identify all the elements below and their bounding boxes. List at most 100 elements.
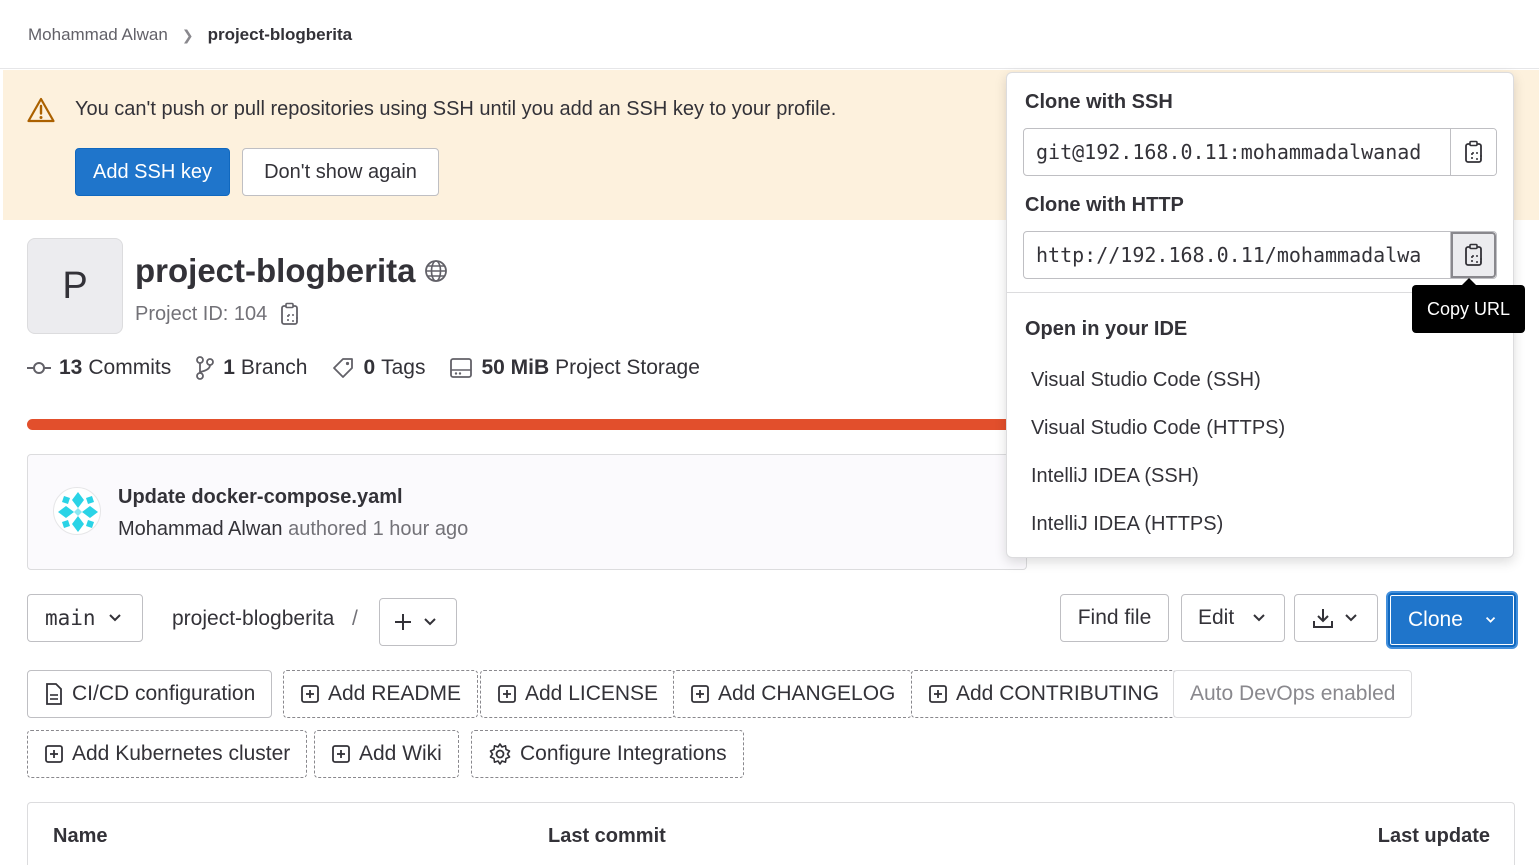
column-header-name: Name xyxy=(53,825,108,847)
storage-label: Project Storage xyxy=(555,356,700,379)
download-icon xyxy=(1313,609,1333,628)
tags-stat[interactable]: 0 Tags xyxy=(331,356,425,380)
path-separator: / xyxy=(352,607,358,630)
plus-square-icon xyxy=(498,685,516,703)
project-title: project-blogberita xyxy=(135,252,416,289)
copy-to-clipboard-icon xyxy=(1464,243,1482,266)
edit-dropdown[interactable]: Edit xyxy=(1181,594,1285,642)
plus-square-icon xyxy=(301,685,319,703)
download-dropdown[interactable] xyxy=(1294,594,1378,642)
plus-square-icon xyxy=(929,685,947,703)
tags-label: Tags xyxy=(381,356,426,379)
banner-message: You can't push or pull repositories usin… xyxy=(75,98,837,120)
cicd-configuration-button[interactable]: CI/CD configuration xyxy=(27,670,273,718)
add-readme-label: Add README xyxy=(328,682,462,705)
add-license-label: Add LICENSE xyxy=(525,682,659,705)
commit-author-link[interactable]: Mohammad Alwan xyxy=(118,518,283,540)
copy-ssh-url-button[interactable] xyxy=(1450,129,1496,175)
branch-icon xyxy=(196,356,215,380)
add-kubernetes-label: Add Kubernetes cluster xyxy=(72,742,291,765)
add-file-dropdown[interactable] xyxy=(379,598,457,646)
tag-icon xyxy=(333,358,354,378)
plus-square-icon xyxy=(45,745,63,763)
commits-label: Commits xyxy=(88,356,172,379)
plus-square-icon xyxy=(332,745,350,763)
hard-drive-icon xyxy=(450,358,473,378)
find-file-label: Find file xyxy=(1077,606,1152,629)
plus-square-icon xyxy=(691,685,709,703)
clone-ssh-label: Clone with SSH xyxy=(1025,91,1173,113)
commit-time: authored 1 hour ago xyxy=(288,518,469,540)
plus-icon xyxy=(395,614,411,630)
add-changelog-button[interactable]: Add CHANGELOG xyxy=(673,670,913,718)
ide-item-vscode-ssh[interactable]: Visual Studio Code (SSH) xyxy=(1031,369,1261,392)
globe-icon xyxy=(424,260,447,282)
configure-integrations-button[interactable]: Configure Integrations xyxy=(471,730,744,778)
project-id-row: Project ID: 104 xyxy=(135,302,301,326)
branch-stat[interactable]: 1 Branch xyxy=(195,356,307,380)
clone-label: Clone xyxy=(1408,608,1463,631)
branch-selector-label: main xyxy=(45,606,96,630)
warning-icon xyxy=(27,97,55,123)
dont-show-again-button[interactable]: Don't show again xyxy=(242,148,439,196)
clone-ssh-url-input[interactable]: git@192.168.0.11:mohammadalwanad xyxy=(1024,129,1450,175)
configure-integrations-label: Configure Integrations xyxy=(520,742,727,765)
repo-path-link[interactable]: project-blogberita xyxy=(172,607,334,631)
cicd-configuration-label: CI/CD configuration xyxy=(72,682,256,705)
copy-project-id-icon[interactable] xyxy=(279,302,301,326)
clone-http-field: http://192.168.0.11/mohammadalwa xyxy=(1023,231,1497,279)
storage-stat[interactable]: 50 MiB Project Storage xyxy=(449,356,700,380)
add-contributing-button[interactable]: Add CONTRIBUTING xyxy=(911,670,1177,718)
add-license-button[interactable]: Add LICENSE xyxy=(480,670,676,718)
column-header-last-commit: Last commit xyxy=(548,825,666,847)
storage-size: 50 MiB xyxy=(481,356,550,379)
project-title-row: project-blogberita xyxy=(135,252,448,290)
breadcrumb-owner-link[interactable]: Mohammad Alwan xyxy=(28,25,168,45)
commits-stat[interactable]: 13 Commits xyxy=(27,356,171,380)
branch-count: 1 xyxy=(223,356,235,379)
chevron-right-icon: ❯ xyxy=(181,26,194,43)
add-kubernetes-cluster-button[interactable]: Add Kubernetes cluster xyxy=(27,730,308,778)
clone-ssh-field: git@192.168.0.11:mohammadalwanad xyxy=(1023,128,1497,176)
storage-usage-bar xyxy=(27,419,1027,430)
file-table: Name Last commit Last update xyxy=(27,802,1515,865)
breadcrumb-project-link[interactable]: project-blogberita xyxy=(208,25,353,45)
tags-count: 0 xyxy=(363,356,376,379)
branch-selector[interactable]: main xyxy=(27,594,143,642)
ide-item-intellij-https[interactable]: IntelliJ IDEA (HTTPS) xyxy=(1031,513,1223,536)
clone-http-label: Clone with HTTP xyxy=(1025,194,1184,216)
chevron-down-icon xyxy=(1345,614,1357,622)
branch-label: Branch xyxy=(240,356,308,379)
clone-http-url-input[interactable]: http://192.168.0.11/mohammadalwa xyxy=(1024,232,1450,278)
project-avatar: P xyxy=(27,238,123,334)
gear-icon xyxy=(489,743,511,765)
copy-url-tooltip: Copy URL xyxy=(1412,278,1525,333)
column-header-last-update: Last update xyxy=(1377,825,1490,847)
commit-meta: Mohammad Alwan authored 1 hour ago xyxy=(118,518,468,541)
open-in-ide-label: Open in your IDE xyxy=(1025,318,1188,340)
header-divider xyxy=(0,68,1539,69)
clone-dropdown-button[interactable]: Clone xyxy=(1388,593,1516,647)
identicon-icon xyxy=(58,492,98,532)
chevron-down-icon xyxy=(1485,616,1496,623)
add-ssh-key-button[interactable]: Add SSH key xyxy=(75,148,230,196)
commit-title-link[interactable]: Update docker-compose.yaml xyxy=(118,486,403,509)
auto-devops-label: Auto DevOps enabled xyxy=(1190,682,1396,705)
ide-item-vscode-https[interactable]: Visual Studio Code (HTTPS) xyxy=(1031,417,1285,440)
edit-label: Edit xyxy=(1198,606,1235,629)
chevron-down-icon xyxy=(108,614,121,622)
add-wiki-label: Add Wiki xyxy=(359,742,442,765)
add-wiki-button[interactable]: Add Wiki xyxy=(314,730,459,778)
add-contributing-label: Add CONTRIBUTING xyxy=(956,682,1160,705)
find-file-button[interactable]: Find file xyxy=(1060,594,1169,642)
project-id: Project ID: 104 xyxy=(135,302,268,325)
add-readme-button[interactable]: Add README xyxy=(283,670,479,718)
ide-item-intellij-ssh[interactable]: IntelliJ IDEA (SSH) xyxy=(1031,465,1199,488)
last-commit-box: Update docker-compose.yaml Mohammad Alwa… xyxy=(27,454,1027,570)
copy-http-url-button[interactable] xyxy=(1450,232,1496,278)
copy-to-clipboard-icon xyxy=(1464,140,1482,163)
commit-author-avatar[interactable] xyxy=(53,487,101,535)
auto-devops-enabled-button[interactable]: Auto DevOps enabled xyxy=(1173,670,1413,718)
project-stats: 13 Commits 1 Branch 0 Tags 50 MiB Projec… xyxy=(27,356,724,380)
chevron-down-icon xyxy=(424,618,436,626)
